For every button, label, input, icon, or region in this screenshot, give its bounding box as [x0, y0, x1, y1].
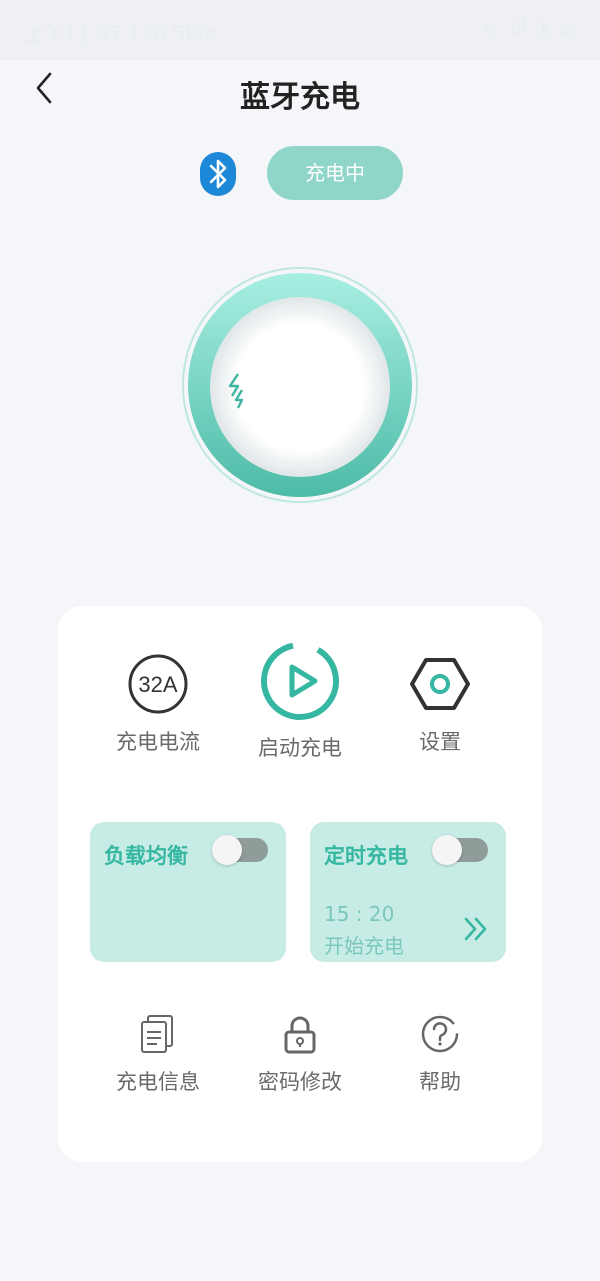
current-32a-icon: 32A [128, 654, 188, 714]
help-icon [421, 1015, 459, 1053]
page-title: 蓝牙充电 [240, 80, 360, 115]
timed-charge-title: 定时充电 [324, 844, 408, 868]
document-icon [141, 1015, 173, 1053]
charging-status-badge: 充电中 [267, 146, 403, 200]
settings-button[interactable]: 设置 [375, 646, 505, 756]
charging-ring[interactable] [180, 265, 420, 505]
header: 蓝牙充电 [0, 60, 600, 130]
status-icons: ≋ .ıll ◔ ▭ [480, 16, 576, 40]
timed-charge-toggle[interactable] [432, 835, 488, 865]
password-change-label: 密码修改 [258, 1070, 342, 1094]
timed-charge-subtitle: 开始充电 [324, 934, 404, 958]
double-chevron-right-icon[interactable] [462, 916, 490, 942]
settings-label: 设置 [419, 730, 461, 754]
status-bar: 上午11:37 136.5K/s ≋ .ıll ◔ ▭ [0, 0, 600, 60]
charge-current-label: 充电电流 [116, 730, 200, 754]
bluetooth-icon [200, 152, 236, 196]
start-charge-button[interactable]: 启动充电 [235, 640, 365, 762]
load-balance-tile: 负载均衡 [90, 822, 286, 962]
status-time: 上午11:37 136.5K/s [24, 22, 216, 46]
timed-charge-time: 15 : 20 [324, 902, 395, 926]
play-icon [261, 642, 339, 720]
current-badge-text: 32A [138, 672, 177, 697]
start-charge-label: 启动充电 [258, 736, 342, 760]
charge-info-label: 充电信息 [116, 1070, 200, 1094]
help-button[interactable]: 帮助 [375, 1012, 505, 1096]
load-balance-toggle[interactable] [212, 835, 268, 865]
bolt-icon [228, 373, 244, 409]
control-card: 32A 充电电流 启动充电 设置 负载均衡 定时充电 15 : 20 开始充电 [58, 606, 542, 1162]
charge-info-button[interactable]: 充电信息 [93, 1012, 223, 1096]
timed-charge-tile[interactable]: 定时充电 15 : 20 开始充电 [310, 822, 506, 962]
hexagon-settings-icon [410, 658, 470, 710]
load-balance-title: 负载均衡 [104, 844, 188, 868]
password-change-button[interactable]: 密码修改 [235, 1012, 365, 1096]
help-label: 帮助 [419, 1070, 461, 1094]
lock-icon [284, 1016, 316, 1054]
charge-current-button[interactable]: 32A 充电电流 [93, 646, 223, 756]
